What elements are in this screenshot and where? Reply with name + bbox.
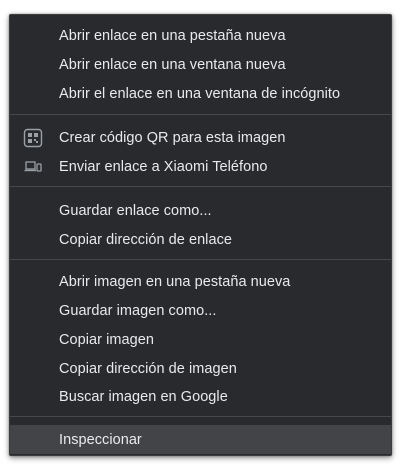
menu-item-create-qr-code[interactable]: Crear código QR para esta imagen xyxy=(10,123,391,152)
menu-item-send-to-device[interactable]: Enviar enlace a Xiaomi Teléfono xyxy=(10,152,391,181)
menu-separator xyxy=(10,186,391,187)
devices-icon xyxy=(23,157,43,177)
menu-item-label: Abrir imagen en una pestaña nueva xyxy=(59,273,291,290)
menu-item-open-image-new-tab[interactable]: Abrir imagen en una pestaña nueva xyxy=(10,267,391,296)
menu-item-inspect[interactable]: Inspeccionar xyxy=(10,425,391,454)
menu-item-copy-link-address[interactable]: Copiar dirección de enlace xyxy=(10,225,391,254)
menu-item-search-image-google[interactable]: Buscar imagen en Google xyxy=(10,382,391,411)
menu-item-open-link-incognito[interactable]: Abrir el enlace en una ventana de incógn… xyxy=(10,79,391,108)
menu-item-label: Copiar dirección de imagen xyxy=(59,360,237,377)
menu-item-label: Guardar enlace como... xyxy=(59,202,212,219)
menu-item-label: Abrir enlace en una ventana nueva xyxy=(59,56,286,73)
menu-item-label: Crear código QR para esta imagen xyxy=(59,129,286,146)
menu-item-label: Copiar dirección de enlace xyxy=(59,231,232,248)
menu-item-copy-image-address[interactable]: Copiar dirección de imagen xyxy=(10,354,391,383)
menu-item-label: Guardar imagen como... xyxy=(59,302,217,319)
menu-item-save-image-as[interactable]: Guardar imagen como... xyxy=(10,296,391,325)
menu-item-label: Abrir enlace en una pestaña nueva xyxy=(59,27,286,44)
menu-item-label: Copiar imagen xyxy=(59,331,154,348)
menu-separator xyxy=(10,259,391,260)
menu-item-label: Inspeccionar xyxy=(59,431,142,448)
menu-item-label: Enviar enlace a Xiaomi Teléfono xyxy=(59,158,268,175)
menu-separator xyxy=(10,114,391,115)
menu-item-label: Abrir el enlace en una ventana de incógn… xyxy=(59,85,341,102)
context-menu: Abrir enlace en una pestaña nueva Abrir … xyxy=(9,14,392,456)
qr-code-icon xyxy=(23,128,43,148)
menu-item-save-link-as[interactable]: Guardar enlace como... xyxy=(10,196,391,225)
menu-separator xyxy=(10,416,391,417)
menu-item-open-link-new-window[interactable]: Abrir enlace en una ventana nueva xyxy=(10,50,391,79)
menu-item-label: Buscar imagen en Google xyxy=(59,388,228,405)
menu-item-copy-image[interactable]: Copiar imagen xyxy=(10,325,391,354)
menu-item-open-link-new-tab[interactable]: Abrir enlace en una pestaña nueva xyxy=(10,21,391,50)
